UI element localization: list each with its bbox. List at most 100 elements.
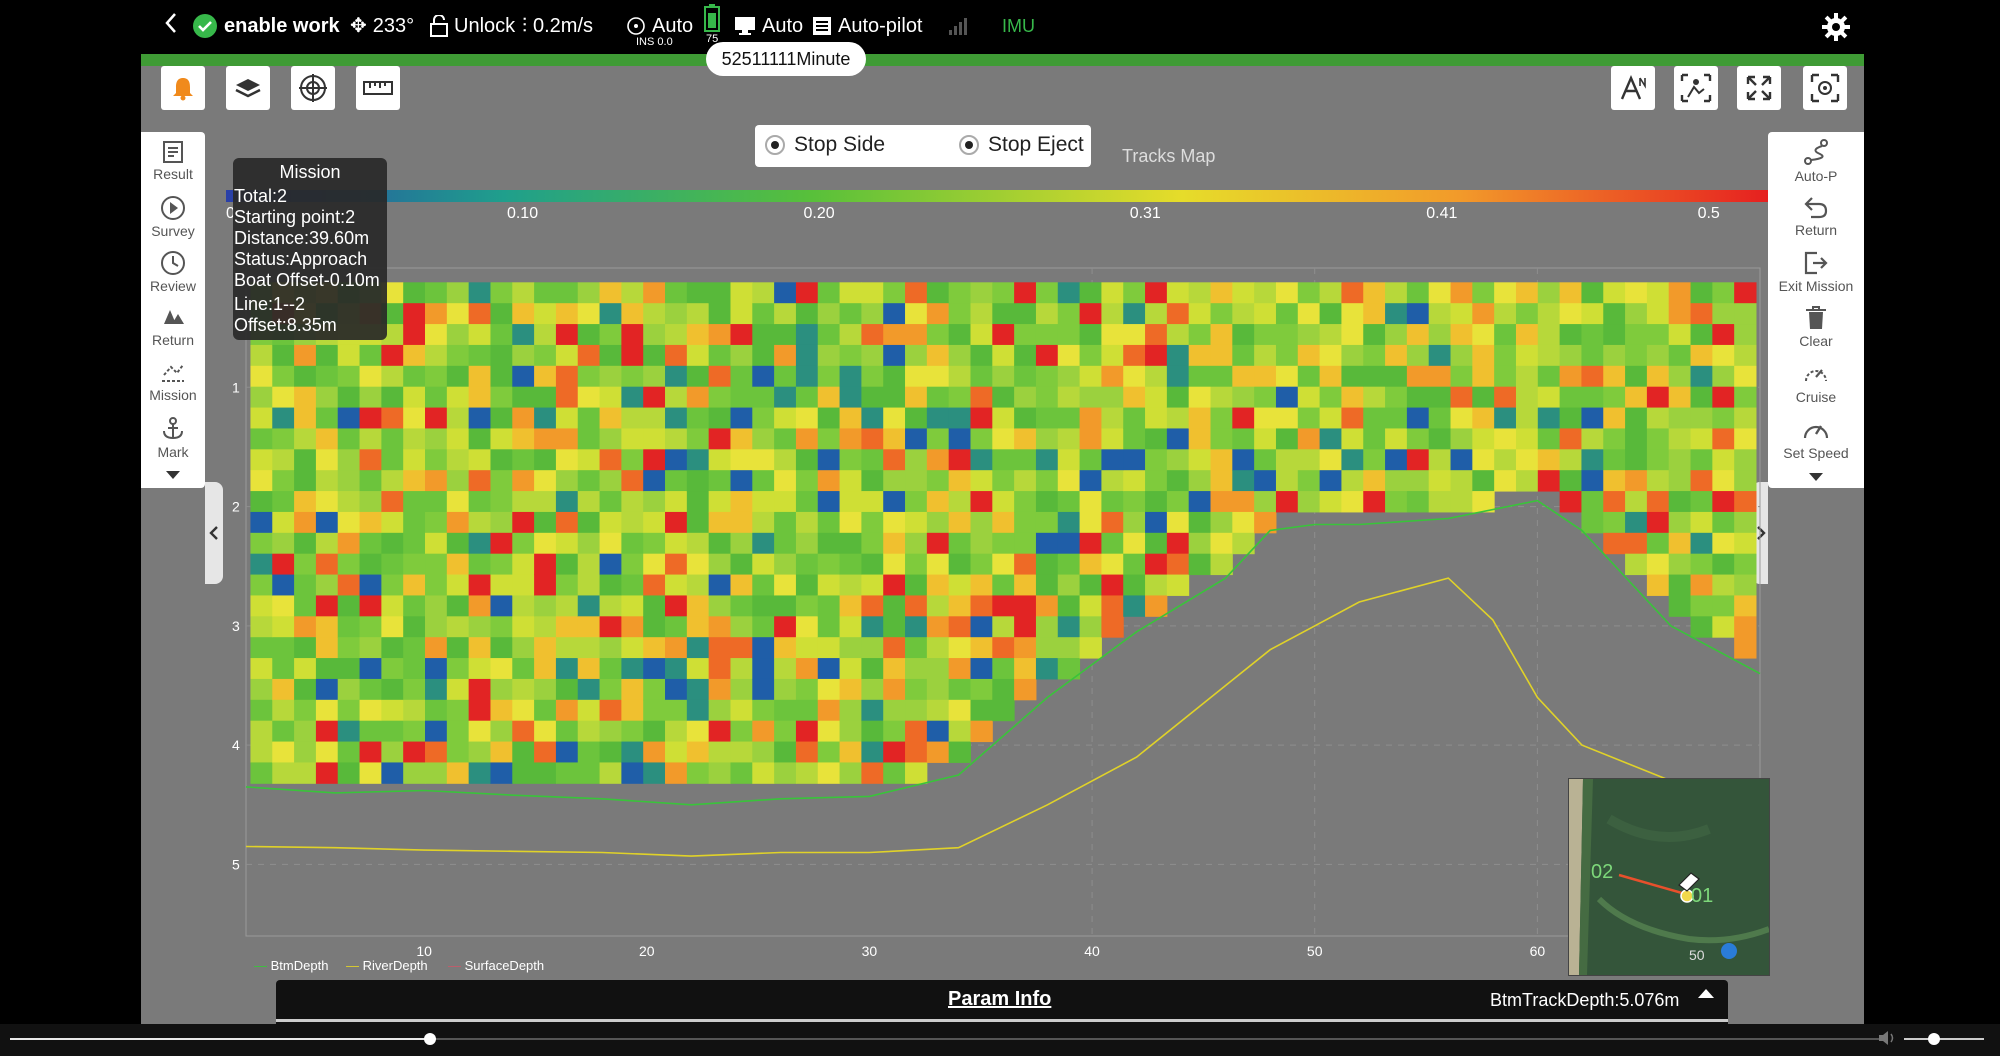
heatmap-cell	[1625, 449, 1648, 471]
heatmap-cell	[294, 574, 317, 596]
heatmap-cell	[1319, 282, 1342, 304]
heatmap-cell	[1035, 616, 1059, 638]
heatmap-cell	[1646, 449, 1670, 471]
heatmap-cell	[1079, 532, 1102, 555]
param-info-bar[interactable]: Param Info BtmTrackDepth:5.076m	[276, 980, 1728, 1024]
heatmap-cell	[1734, 532, 1757, 555]
heatmap-cell	[752, 637, 775, 659]
heatmap-cell	[643, 553, 666, 576]
heatmap-cell	[1406, 344, 1430, 367]
heatmap-cell	[621, 386, 644, 409]
heatmap-cell	[1210, 407, 1233, 429]
heatmap-cell	[446, 344, 470, 367]
heatmap-cell	[970, 595, 993, 617]
heatmap-cell	[403, 595, 426, 617]
heatmap-cell	[1057, 491, 1081, 513]
heatmap-cell	[425, 595, 448, 617]
heatmap-cell	[948, 407, 971, 429]
heatmap-cell	[1690, 553, 1713, 576]
heatmap-cell	[643, 532, 666, 555]
heatmap-cell	[665, 699, 688, 722]
heatmap-cell	[774, 428, 797, 450]
heatmap-cell	[1668, 428, 1692, 450]
heatmap-cell	[1472, 365, 1495, 388]
param-expand-button[interactable]	[1696, 986, 1716, 1005]
heatmap-cell	[795, 720, 819, 743]
heatmap-cell	[1014, 282, 1037, 304]
heatmap-cell	[1254, 303, 1277, 325]
heatmap-cell	[948, 303, 971, 325]
heatmap-cell	[1123, 386, 1146, 409]
heatmap-cell	[1101, 574, 1124, 596]
heatmap-cell	[883, 616, 906, 638]
heatmap-cell	[752, 720, 775, 743]
heatmap-cell	[403, 574, 426, 596]
heatmap-cell	[1123, 595, 1146, 617]
heatmap-cell	[381, 428, 404, 450]
heatmap-cell	[1275, 344, 1299, 367]
heatmap-cell	[403, 324, 426, 346]
heatmap-cell	[1014, 449, 1037, 471]
heatmap-cell	[1450, 344, 1473, 367]
heatmap-cell	[817, 678, 841, 701]
heatmap-cell	[425, 449, 448, 471]
heatmap-cell	[839, 616, 862, 638]
heatmap-cell	[512, 449, 535, 471]
heatmap-cell	[425, 407, 448, 429]
heatmap-cell	[1188, 511, 1212, 534]
heatmap-cell	[577, 428, 601, 450]
heatmap-cell	[599, 407, 622, 429]
heatmap-cell	[1625, 511, 1648, 534]
heatmap-cell	[1363, 449, 1386, 471]
heatmap-cell	[555, 720, 579, 743]
heatmap-cell	[621, 470, 644, 492]
heatmap-cell	[730, 407, 753, 429]
heatmap-cell	[446, 449, 470, 471]
heatmap-cell	[795, 678, 819, 701]
heatmap-cell	[1712, 386, 1735, 409]
heatmap-cell	[1101, 595, 1124, 617]
heatmap-cell	[272, 428, 295, 450]
param-info-title[interactable]: Param Info	[948, 988, 1051, 1011]
heatmap-cell	[403, 282, 426, 304]
heatmap-cell	[1079, 616, 1102, 638]
heatmap-cell	[1101, 470, 1124, 492]
heatmap-cell	[621, 532, 644, 555]
heatmap-cell	[359, 595, 382, 617]
heatmap-cell	[534, 386, 557, 409]
heatmap-cell	[468, 741, 491, 763]
heatmap-cell	[1734, 470, 1757, 492]
heatmap-cell	[1603, 303, 1626, 325]
heatmap-cell	[1341, 386, 1364, 409]
legend-surfacedepth: — SurfaceDepth	[448, 958, 545, 973]
heatmap-cell	[599, 365, 622, 388]
heatmap-cell	[1363, 324, 1386, 346]
heatmap-cell	[1057, 511, 1081, 534]
heatmap-cell	[1319, 449, 1342, 471]
heatmap-cell	[730, 303, 753, 325]
minimap[interactable]: 02 01 50	[1568, 778, 1770, 976]
volume-handle[interactable]	[1928, 1033, 1940, 1045]
colorbar	[226, 190, 1768, 202]
heatmap-cell	[1472, 344, 1495, 367]
heatmap-cell	[1297, 344, 1321, 367]
playback-handle[interactable]	[424, 1033, 436, 1045]
heatmap-cell	[577, 303, 601, 325]
heatmap-cell	[774, 386, 797, 409]
heatmap-cell	[1450, 470, 1473, 492]
heatmap-cell	[708, 491, 731, 513]
volume-track[interactable]	[1904, 1038, 1984, 1040]
volume-icon[interactable]	[1878, 1030, 1896, 1051]
heatmap-cell	[1035, 511, 1059, 534]
heatmap-cell	[1014, 511, 1037, 534]
heatmap-cell	[926, 658, 950, 680]
heatmap-cell	[599, 282, 622, 304]
heatmap-cell	[1014, 658, 1037, 680]
heatmap-cell	[1101, 553, 1124, 576]
heatmap-cell	[1210, 553, 1233, 576]
heatmap-cell	[577, 741, 601, 763]
heatmap-cell	[381, 741, 404, 763]
heatmap-cell	[665, 511, 688, 534]
heatmap-cell	[490, 511, 513, 534]
heatmap-cell	[795, 699, 819, 722]
